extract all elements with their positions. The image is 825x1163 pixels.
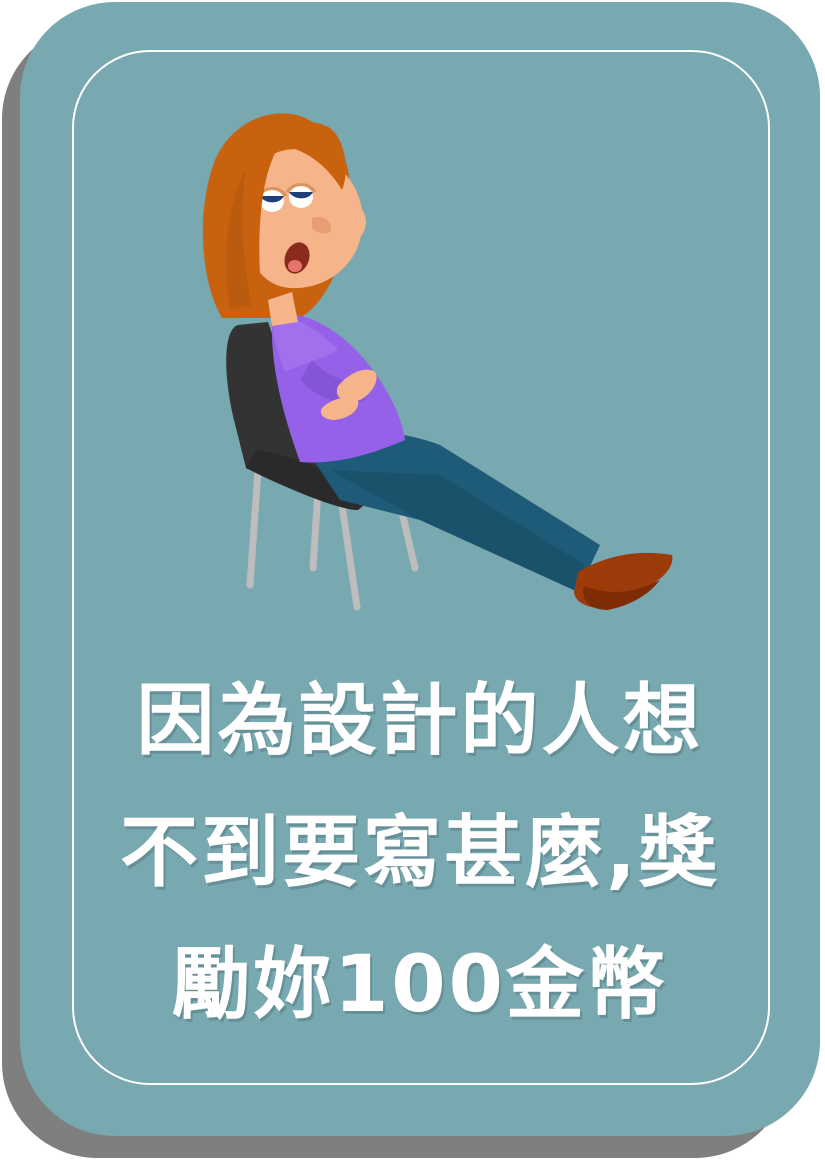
message-line-3: 勵妳100金幣 (172, 940, 668, 1030)
message-line-1: 因為設計的人想 (136, 676, 704, 766)
sleeping-woman-illustration (202, 113, 673, 611)
reward-message: 因為設計的人想 不到要寫甚麼,獎 勵妳100金幣 (60, 655, 780, 1051)
message-line-2: 不到要寫甚麼,獎 (120, 808, 720, 898)
